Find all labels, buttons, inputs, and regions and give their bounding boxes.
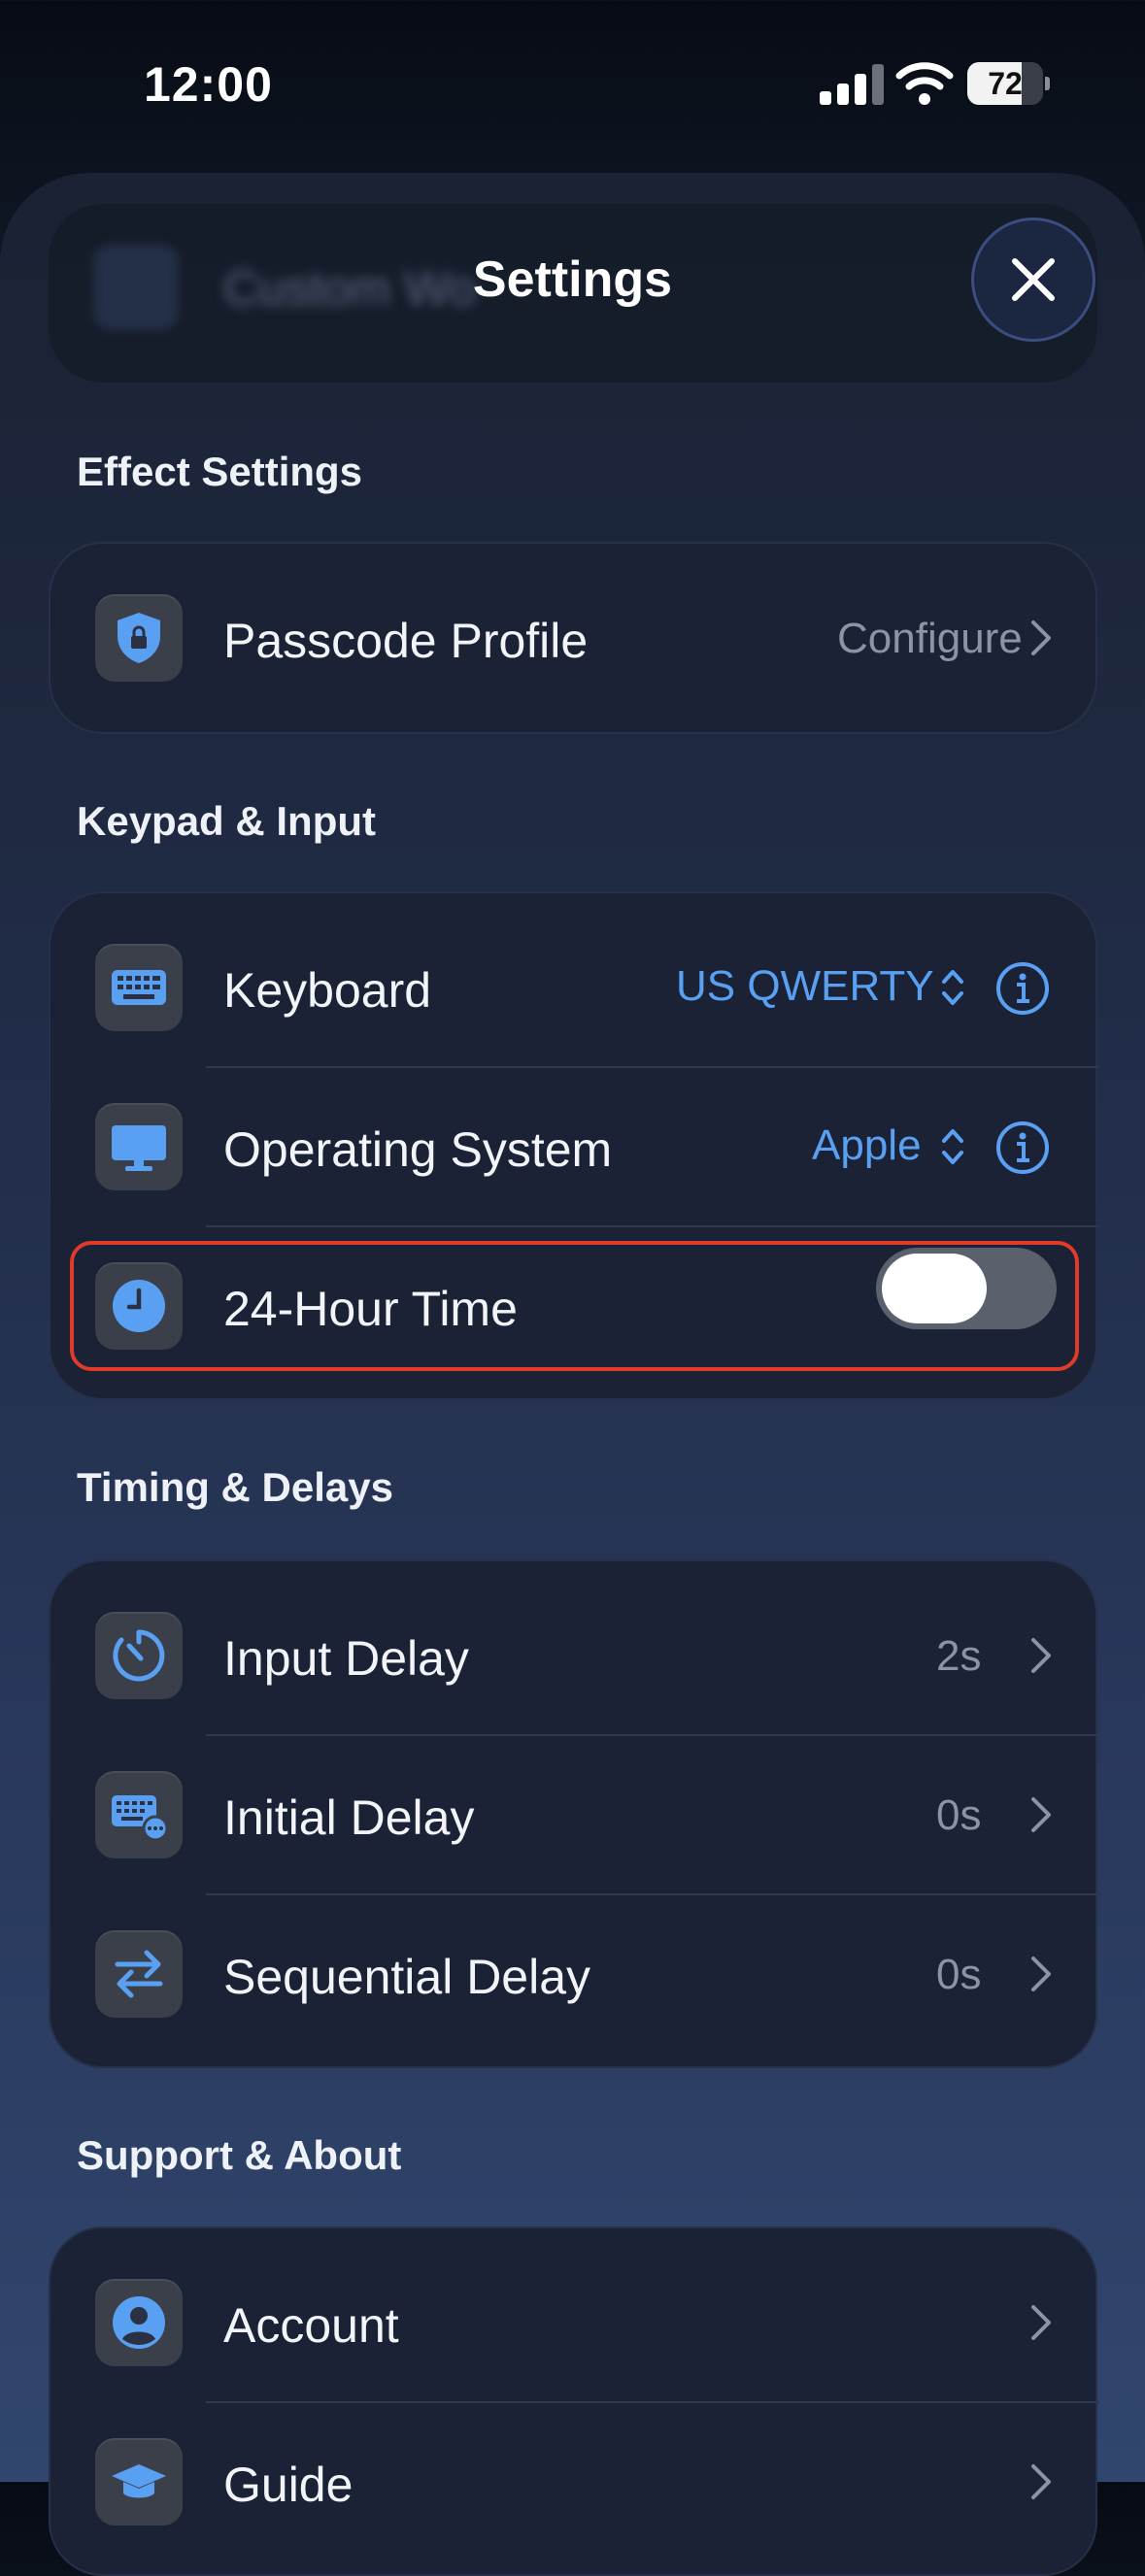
guide-icon-tile <box>95 2438 183 2526</box>
highlight-box <box>70 1241 1079 1371</box>
row-label: Keyboard <box>223 963 432 1018</box>
row-sequential-delay[interactable]: Sequential Delay 0s <box>51 1894 1099 2054</box>
passcode-profile-icon-tile <box>95 594 183 682</box>
chevron-up-down-icon[interactable] <box>940 1125 965 1168</box>
row-operating-system[interactable]: Operating System Apple <box>51 1067 1099 1226</box>
chevron-right-icon <box>1031 1797 1051 1832</box>
section-title-keypad-input: Keypad & Input <box>77 798 377 844</box>
battery-percent: 72 <box>988 66 1023 101</box>
status-time: 12:00 <box>144 57 273 112</box>
row-value: 0s <box>936 1951 982 1998</box>
support-about-card: Account Guide <box>49 2226 1099 2576</box>
row-value: 0s <box>936 1791 982 1839</box>
keyboard-layout-value[interactable]: US QWERTY <box>676 962 934 1011</box>
signal-icon <box>820 64 884 105</box>
close-button[interactable] <box>971 217 1095 342</box>
initial-delay-icon-tile <box>95 1771 183 1858</box>
chevron-right-icon <box>1031 620 1051 655</box>
row-value: Configure <box>837 615 1023 662</box>
keyboard-icon <box>112 970 166 1005</box>
row-value: 2s <box>936 1632 982 1680</box>
row-label: Input Delay <box>223 1631 469 1686</box>
row-passcode-profile[interactable]: Passcode Profile Configure <box>51 558 1099 718</box>
row-guide[interactable]: Guide <box>51 2402 1099 2561</box>
close-icon <box>1012 258 1055 301</box>
keyboard-icon-tile <box>95 944 183 1031</box>
info-icon[interactable] <box>994 1120 1051 1176</box>
monitor-icon <box>112 1125 166 1171</box>
timer-icon <box>113 1629 165 1682</box>
wifi-icon <box>895 62 954 105</box>
timing-delays-card: Input Delay 2s Initial Delay 0s Sequenti… <box>49 1559 1099 2068</box>
shield-lock-icon <box>118 613 160 663</box>
effect-settings-card: Passcode Profile Configure <box>49 542 1097 734</box>
person-circle-icon <box>113 2296 165 2349</box>
info-icon[interactable] <box>994 960 1051 1017</box>
row-label: Operating System <box>223 1122 613 1177</box>
row-label: Sequential Delay <box>223 1950 591 2004</box>
row-label: Passcode Profile <box>223 614 589 668</box>
status-bar: 12:00 72 <box>0 0 1145 165</box>
battery-icon: 72 <box>967 62 1050 105</box>
sequential-delay-icon-tile <box>95 1930 183 2018</box>
chevron-right-icon <box>1031 2305 1051 2340</box>
chevron-up-down-icon[interactable] <box>940 966 965 1009</box>
graduation-cap-icon <box>112 2464 166 2498</box>
section-title-effect-settings: Effect Settings <box>77 449 363 494</box>
row-keyboard[interactable]: Keyboard US QWERTY <box>51 908 1099 1067</box>
input-delay-icon-tile <box>95 1612 183 1699</box>
row-account[interactable]: Account <box>51 2243 1099 2402</box>
operating-system-icon-tile <box>95 1103 183 1190</box>
keyboard-ellipsis-icon <box>112 1795 168 1842</box>
arrows-swap-icon <box>115 1950 163 1998</box>
row-label: Guide <box>223 2458 354 2512</box>
row-label: Account <box>223 2298 399 2353</box>
account-icon-tile <box>95 2279 183 2366</box>
chevron-right-icon <box>1031 1957 1051 1991</box>
chevron-right-icon <box>1031 1638 1051 1673</box>
section-title-support-about: Support & About <box>77 2132 402 2178</box>
row-label: Initial Delay <box>223 1790 475 1845</box>
operating-system-value[interactable]: Apple <box>812 1121 922 1170</box>
chevron-right-icon <box>1031 2464 1051 2499</box>
row-input-delay[interactable]: Input Delay 2s <box>51 1576 1099 1735</box>
section-title-timing-delays: Timing & Delays <box>77 1464 393 1510</box>
row-initial-delay[interactable]: Initial Delay 0s <box>51 1735 1099 1894</box>
